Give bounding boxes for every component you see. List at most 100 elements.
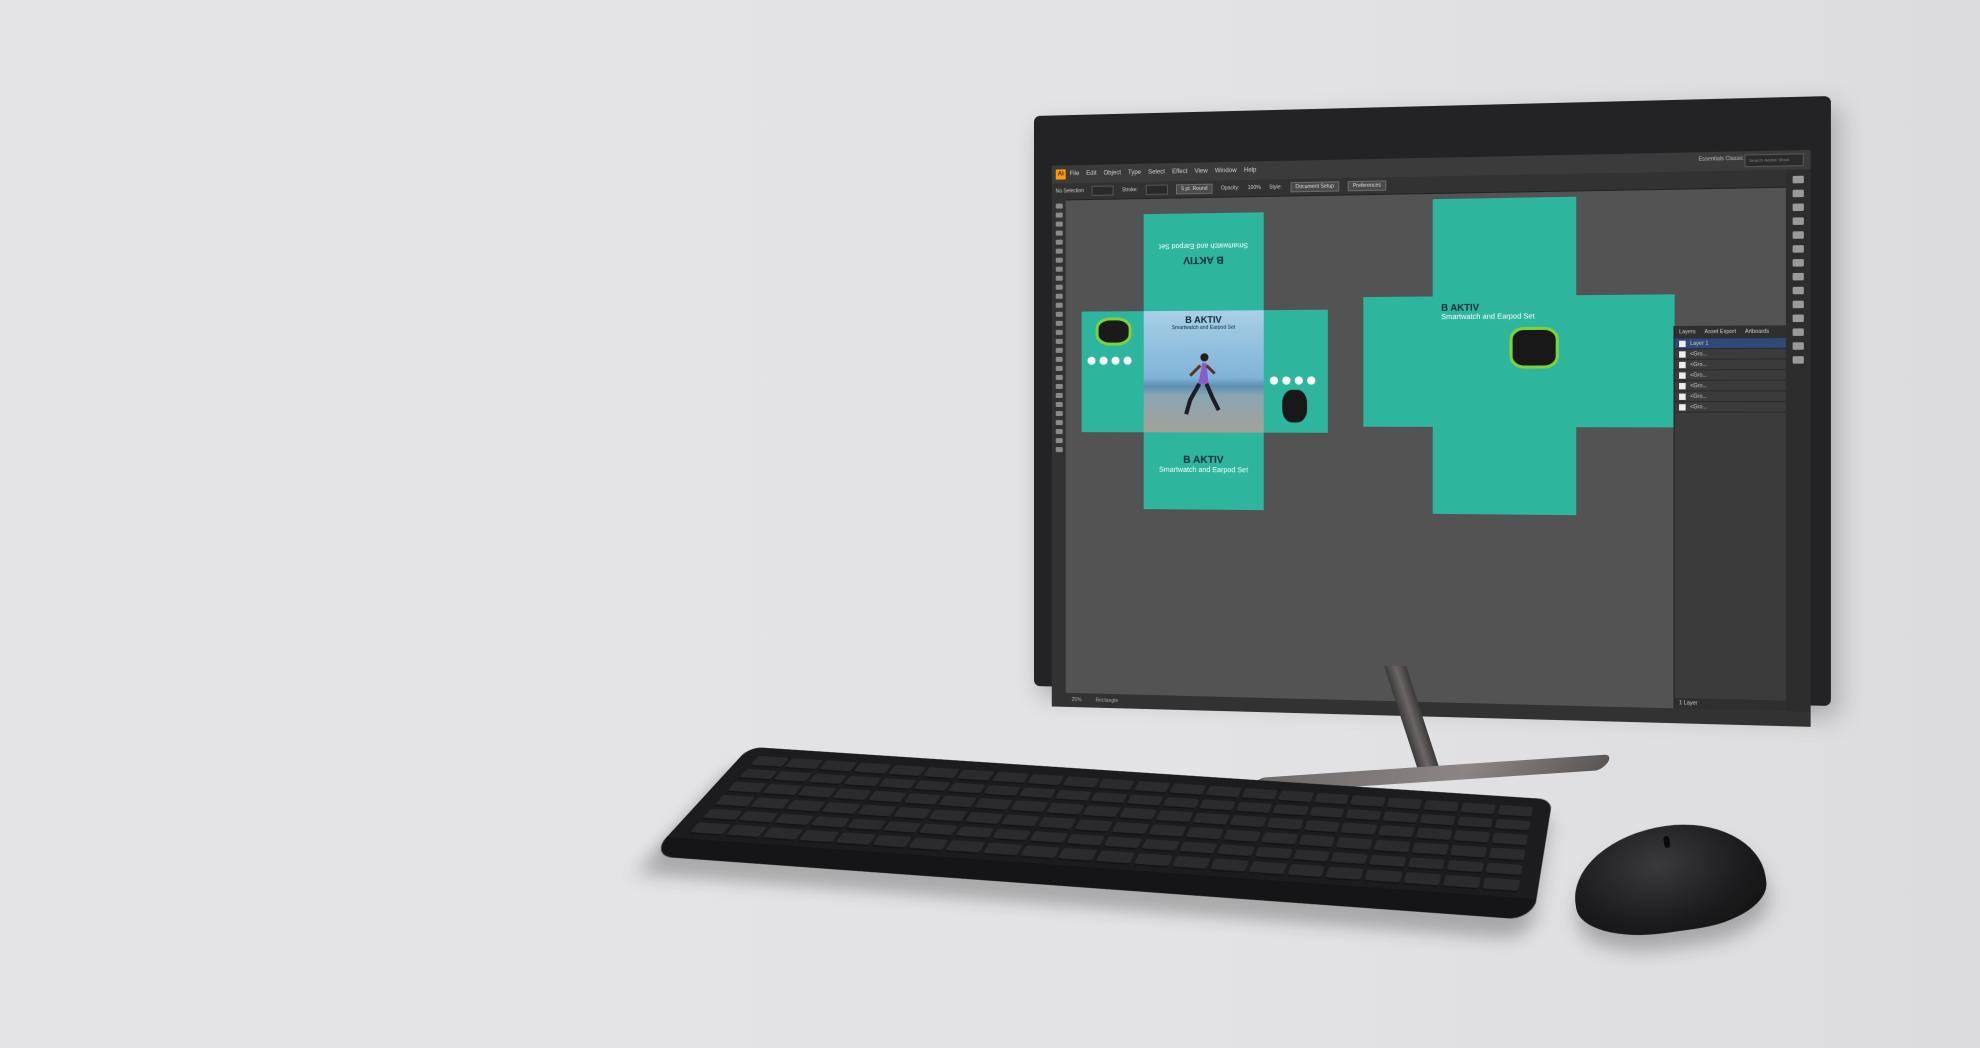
keyboard-key bbox=[1118, 807, 1157, 822]
transparency-panel-icon[interactable] bbox=[1792, 286, 1804, 295]
stock-search-input[interactable]: Search Adobe Stock bbox=[1744, 153, 1804, 168]
layer-thumbnail bbox=[1679, 382, 1686, 389]
brushes-panel-icon[interactable] bbox=[1792, 231, 1804, 239]
type-tool-icon[interactable] bbox=[1055, 248, 1063, 254]
opacity-value[interactable]: 100% bbox=[1248, 185, 1261, 191]
keyboard-key bbox=[773, 813, 815, 827]
keyboard-key bbox=[1140, 838, 1180, 853]
brush-dropdown[interactable]: 5 pt. Round bbox=[1176, 183, 1213, 195]
keyboard-key bbox=[1253, 846, 1293, 861]
selection-label: No Selection bbox=[1055, 188, 1084, 195]
rectangle-tool-icon[interactable] bbox=[1055, 266, 1063, 272]
tab-layers[interactable]: Layers bbox=[1679, 329, 1696, 335]
perspective-grid-tool-icon[interactable] bbox=[1055, 347, 1063, 353]
direct-selection-tool-icon[interactable] bbox=[1055, 212, 1063, 218]
layer-row[interactable]: <Gro... bbox=[1674, 359, 1786, 371]
curvature-tool-icon[interactable] bbox=[1055, 239, 1063, 245]
keyboard-key bbox=[1450, 844, 1488, 859]
layers-panel-icon[interactable] bbox=[1792, 314, 1804, 323]
artboards-panel-icon[interactable] bbox=[1792, 328, 1804, 336]
layer-name: Layer 1 bbox=[1690, 340, 1709, 347]
menu-window[interactable]: Window bbox=[1215, 168, 1237, 175]
menu-object[interactable]: Object bbox=[1104, 170, 1121, 176]
artboard-left-side-panel[interactable] bbox=[1081, 311, 1144, 433]
keyboard-key bbox=[891, 806, 932, 821]
layer-row[interactable]: <Gro... bbox=[1674, 370, 1786, 381]
layer-row[interactable]: <Gro... bbox=[1674, 391, 1786, 403]
layer-row-top[interactable]: Layer 1 bbox=[1674, 338, 1786, 350]
tools-panel bbox=[1051, 199, 1066, 693]
gradient-tool-icon[interactable] bbox=[1055, 365, 1063, 371]
eyedropper-tool-icon[interactable] bbox=[1055, 374, 1063, 380]
artboard-left-bottom-flap[interactable]: B AKTIV Smartwatch and Earpod Set bbox=[1143, 432, 1264, 511]
tab-artboards[interactable]: Artboards bbox=[1745, 329, 1769, 336]
preferences-button[interactable]: Preferences bbox=[1347, 180, 1387, 192]
tab-asset-export[interactable]: Asset Export bbox=[1704, 329, 1735, 336]
menu-file[interactable]: File bbox=[1070, 171, 1080, 177]
line-tool-icon[interactable] bbox=[1055, 257, 1063, 263]
menu-edit[interactable]: Edit bbox=[1086, 171, 1096, 177]
hand-tool-icon[interactable] bbox=[1055, 429, 1063, 435]
artboard-left-right-panel[interactable] bbox=[1263, 309, 1328, 433]
mesh-tool-icon[interactable] bbox=[1055, 356, 1063, 362]
pen-tool-icon[interactable] bbox=[1055, 230, 1063, 236]
menu-help[interactable]: Help bbox=[1244, 168, 1257, 174]
libraries-panel-icon[interactable] bbox=[1792, 189, 1804, 198]
artboard-right-side-panel[interactable] bbox=[1363, 296, 1433, 427]
zoom-tool-icon[interactable] bbox=[1055, 438, 1063, 444]
scale-tool-icon[interactable] bbox=[1055, 311, 1063, 317]
menu-effect[interactable]: Effect bbox=[1172, 169, 1187, 175]
artboard-right-far-panel[interactable] bbox=[1576, 294, 1675, 428]
pathfinder-panel-icon[interactable] bbox=[1792, 356, 1804, 364]
document-setup-button[interactable]: Document Setup bbox=[1290, 181, 1340, 193]
artboard-right-top-flap[interactable] bbox=[1432, 196, 1577, 297]
fill-stroke-icon[interactable] bbox=[1055, 447, 1063, 453]
align-panel-icon[interactable] bbox=[1792, 342, 1804, 350]
properties-panel-icon[interactable] bbox=[1792, 175, 1804, 184]
keyboard-key bbox=[1133, 781, 1171, 794]
pencil-tool-icon[interactable] bbox=[1055, 284, 1063, 290]
symbols-panel-icon[interactable] bbox=[1792, 245, 1804, 253]
blend-tool-icon[interactable] bbox=[1055, 383, 1063, 389]
selection-tool-icon[interactable] bbox=[1055, 203, 1063, 209]
graph-tool-icon[interactable] bbox=[1055, 402, 1063, 408]
stroke-panel-icon[interactable] bbox=[1792, 258, 1804, 267]
keyboard-key bbox=[902, 793, 942, 807]
sublayer-name: <Gro... bbox=[1690, 393, 1708, 400]
keyboard-key bbox=[1446, 859, 1484, 875]
appearance-panel-icon[interactable] bbox=[1792, 300, 1804, 309]
color-panel-icon[interactable] bbox=[1792, 203, 1804, 212]
paintbrush-tool-icon[interactable] bbox=[1055, 275, 1063, 281]
menu-select[interactable]: Select bbox=[1148, 169, 1165, 175]
workspace-switcher[interactable]: Essentials Classic bbox=[1699, 156, 1744, 163]
keyboard-key bbox=[724, 824, 767, 839]
free-transform-tool-icon[interactable] bbox=[1055, 329, 1063, 335]
layer-row[interactable]: <Gro... bbox=[1674, 380, 1786, 392]
artboard-tool-icon[interactable] bbox=[1055, 411, 1063, 417]
keyboard-key bbox=[797, 829, 839, 844]
rotate-tool-icon[interactable] bbox=[1055, 302, 1063, 308]
symbol-sprayer-tool-icon[interactable] bbox=[1055, 392, 1063, 398]
zoom-level[interactable]: 25% bbox=[1072, 697, 1082, 703]
artboard-right-bottom-flap[interactable] bbox=[1432, 426, 1577, 516]
slice-tool-icon[interactable] bbox=[1055, 420, 1063, 426]
watch-and-earpods-image bbox=[1509, 326, 1559, 369]
magic-wand-tool-icon[interactable] bbox=[1055, 221, 1063, 227]
keyboard-key bbox=[1485, 862, 1523, 877]
layer-row[interactable]: <Gro... bbox=[1674, 402, 1786, 413]
gradient-panel-icon[interactable] bbox=[1792, 272, 1804, 281]
layer-row[interactable]: <Gro... bbox=[1674, 348, 1786, 360]
artboard-front-panel[interactable]: B AKTIV Smartwatch and Earpod Set bbox=[1143, 310, 1264, 433]
eraser-tool-icon[interactable] bbox=[1055, 293, 1063, 299]
keyboard-key bbox=[1171, 856, 1211, 871]
menu-type[interactable]: Type bbox=[1128, 170, 1141, 176]
width-tool-icon[interactable] bbox=[1055, 320, 1063, 326]
menu-view[interactable]: View bbox=[1195, 169, 1208, 175]
fill-swatch[interactable] bbox=[1091, 185, 1114, 196]
stroke-field[interactable] bbox=[1145, 184, 1169, 195]
swatches-panel-icon[interactable] bbox=[1792, 217, 1804, 225]
keyboard-key bbox=[1415, 827, 1453, 842]
artboard-right-back-panel[interactable]: B AKTIV Smartwatch and Earpod Set bbox=[1432, 295, 1577, 428]
shape-builder-tool-icon[interactable] bbox=[1055, 338, 1063, 344]
artboard-left-top-flap[interactable]: B AKTIV Smartwatch and Earpod Set bbox=[1143, 212, 1264, 312]
